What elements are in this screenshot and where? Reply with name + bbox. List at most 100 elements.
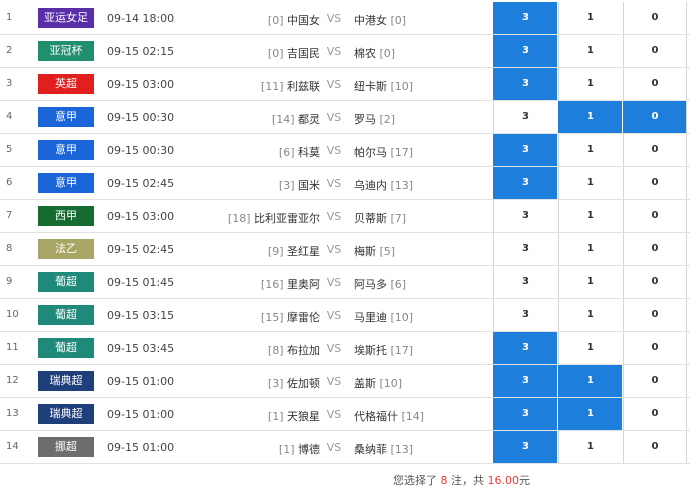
league-badge[interactable]: 葡超	[38, 272, 94, 292]
odd-draw-button[interactable]: 1	[558, 233, 622, 265]
row-index: 3	[6, 78, 13, 89]
odd-draw-button[interactable]: 1	[558, 167, 622, 199]
match-time: 09-15 01:45	[107, 276, 175, 289]
league-badge[interactable]: 意甲	[38, 173, 94, 193]
odd-draw-button[interactable]: 1	[558, 431, 622, 463]
odd-lose-button[interactable]: 0	[623, 398, 687, 430]
odd-lose-button[interactable]: 0	[623, 431, 687, 463]
home-team-name: 布拉加	[287, 344, 320, 357]
away-rank: [17]	[390, 344, 414, 357]
odd-lose-button[interactable]: 0	[623, 299, 687, 331]
league-badge[interactable]: 瑞典超	[38, 404, 94, 424]
table-row: 4 意甲 09-15 00:30 [14] 都灵 VS 罗马 [2] 3 1 0	[0, 101, 690, 134]
away-team: 代格福什 [14]	[354, 408, 494, 424]
row-index: 2	[6, 45, 13, 56]
odd-draw-button[interactable]: 1	[558, 299, 622, 331]
league-badge[interactable]: 挪超	[38, 437, 94, 457]
odd-win-button[interactable]: 3	[493, 134, 557, 166]
home-rank: [16]	[260, 278, 284, 291]
away-team-name: 代格福什	[354, 410, 398, 423]
odd-lose-button[interactable]: 0	[623, 233, 687, 265]
league-badge[interactable]: 瑞典超	[38, 371, 94, 391]
away-team: 桑纳菲 [13]	[354, 441, 494, 457]
odd-win-button[interactable]: 3	[493, 68, 557, 100]
table-row: 11 葡超 09-15 03:45 [8] 布拉加 VS 埃斯托 [17] 3 1 0	[0, 332, 690, 365]
odd-draw-button[interactable]: 1	[558, 101, 622, 133]
home-team: [1] 天狼星	[200, 408, 320, 424]
table-row: 2 亚冠杯 09-15 02:15 [0] 吉国民 VS 棉农 [0] 3 1 0	[0, 35, 690, 68]
odd-win-button[interactable]: 3	[493, 398, 557, 430]
league-badge[interactable]: 亚冠杯	[38, 41, 94, 61]
odd-win-button[interactable]: 3	[493, 332, 557, 364]
table-row: 12 瑞典超 09-15 01:00 [3] 佐加顿 VS 盖斯 [10] 3 1 0	[0, 365, 690, 398]
home-rank: [11]	[260, 80, 284, 93]
home-rank: [3]	[278, 179, 295, 192]
odd-draw-button[interactable]: 1	[558, 398, 622, 430]
home-rank: [18]	[227, 212, 251, 225]
away-team: 乌迪内 [13]	[354, 177, 494, 193]
odd-lose-button[interactable]: 0	[623, 35, 687, 67]
league-badge[interactable]: 意甲	[38, 140, 94, 160]
row-index: 14	[6, 441, 19, 452]
odd-draw-button[interactable]: 1	[558, 134, 622, 166]
odd-lose-button[interactable]: 0	[623, 68, 687, 100]
league-badge[interactable]: 葡超	[38, 305, 94, 325]
away-team: 帕尔马 [17]	[354, 144, 494, 160]
table-row: 9 葡超 09-15 01:45 [16] 里奥阿 VS 阿马多 [6] 3 1 0	[0, 266, 690, 299]
away-team: 梅斯 [5]	[354, 243, 494, 259]
away-rank: [0]	[390, 14, 407, 27]
table-row: 14 挪超 09-15 01:00 [1] 博德 VS 桑纳菲 [13] 3 1 0	[0, 431, 690, 464]
odd-lose-button[interactable]: 0	[623, 365, 687, 397]
away-team-name: 马里迪	[354, 311, 387, 324]
odd-lose-button[interactable]: 0	[623, 266, 687, 298]
odd-win-button[interactable]: 3	[493, 266, 557, 298]
away-team-name: 梅斯	[354, 245, 376, 258]
odd-draw-button[interactable]: 1	[558, 200, 622, 232]
odd-win-button[interactable]: 3	[493, 233, 557, 265]
away-team: 罗马 [2]	[354, 111, 494, 127]
odd-win-button[interactable]: 3	[493, 167, 557, 199]
league-badge[interactable]: 英超	[38, 74, 94, 94]
home-team: [15] 摩雷伦	[200, 309, 320, 325]
odd-draw-button[interactable]: 1	[558, 35, 622, 67]
odd-lose-button[interactable]: 0	[623, 134, 687, 166]
match-time: 09-15 00:30	[107, 144, 175, 157]
away-rank: [10]	[390, 80, 414, 93]
league-badge[interactable]: 亚运女足	[38, 8, 94, 28]
odd-lose-button[interactable]: 0	[623, 167, 687, 199]
odd-lose-button[interactable]: 0	[623, 101, 687, 133]
odd-draw-button[interactable]: 1	[558, 2, 622, 34]
away-rank: [13]	[390, 443, 414, 456]
odd-draw-button[interactable]: 1	[558, 332, 622, 364]
league-badge[interactable]: 西甲	[38, 206, 94, 226]
league-badge[interactable]: 法乙	[38, 239, 94, 259]
table-row: 6 意甲 09-15 02:45 [3] 国米 VS 乌迪内 [13] 3 1 0	[0, 167, 690, 200]
odd-win-button[interactable]: 3	[493, 35, 557, 67]
odd-lose-button[interactable]: 0	[623, 2, 687, 34]
row-index: 7	[6, 210, 13, 221]
match-time: 09-15 00:30	[107, 111, 175, 124]
odd-draw-button[interactable]: 1	[558, 68, 622, 100]
home-team: [0] 吉国民	[200, 45, 320, 61]
odd-win-button[interactable]: 3	[493, 365, 557, 397]
odd-win-button[interactable]: 3	[493, 101, 557, 133]
odd-lose-button[interactable]: 0	[623, 332, 687, 364]
odd-win-button[interactable]: 3	[493, 431, 557, 463]
away-team-name: 盖斯	[354, 377, 376, 390]
odd-lose-button[interactable]: 0	[623, 200, 687, 232]
summary-mid: 注，共	[451, 474, 484, 487]
home-rank: [3]	[267, 377, 284, 390]
odd-win-button[interactable]: 3	[493, 299, 557, 331]
away-rank: [13]	[390, 179, 414, 192]
odd-win-button[interactable]: 3	[493, 2, 557, 34]
away-team: 阿马多 [6]	[354, 276, 494, 292]
league-badge[interactable]: 意甲	[38, 107, 94, 127]
away-team: 纽卡斯 [10]	[354, 78, 494, 94]
odd-draw-button[interactable]: 1	[558, 266, 622, 298]
total-amount: 16.00	[487, 474, 520, 487]
home-team-name: 都灵	[298, 113, 320, 126]
match-time: 09-15 02:45	[107, 243, 175, 256]
odd-win-button[interactable]: 3	[493, 200, 557, 232]
league-badge[interactable]: 葡超	[38, 338, 94, 358]
odd-draw-button[interactable]: 1	[558, 365, 622, 397]
